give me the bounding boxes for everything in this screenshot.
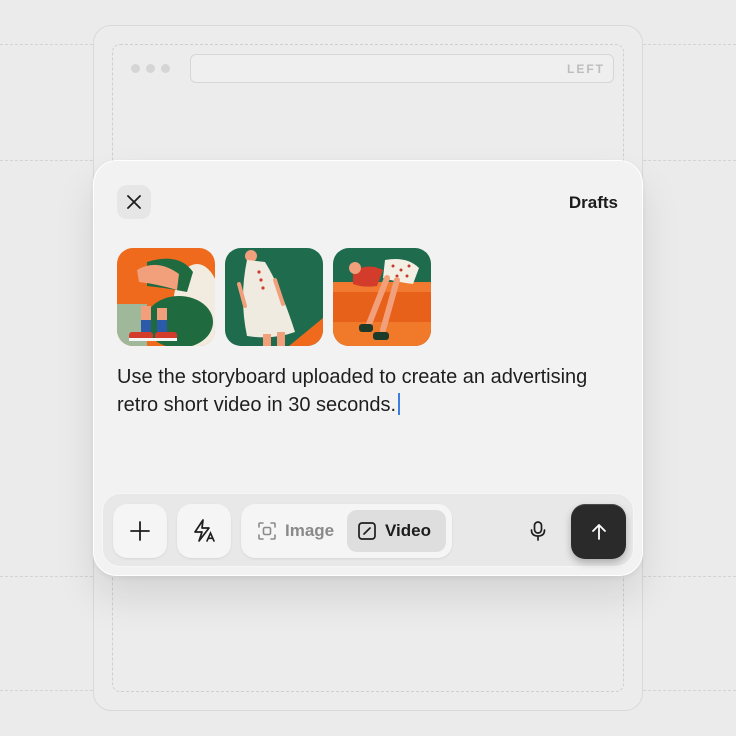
image-scan-icon bbox=[258, 522, 276, 540]
storyboard-frame-1 bbox=[117, 248, 215, 346]
drafts-link[interactable]: Drafts bbox=[569, 193, 618, 213]
mode-option-image[interactable]: Image bbox=[247, 510, 344, 552]
storyboard-frame-3 bbox=[333, 248, 431, 346]
voice-input-button[interactable] bbox=[521, 514, 555, 548]
address-bar-label: LEFT bbox=[567, 62, 605, 76]
microphone-icon bbox=[530, 521, 546, 541]
sparkle-text-icon bbox=[194, 519, 215, 542]
video-frame-icon bbox=[358, 522, 376, 540]
attachment-thumbnail[interactable] bbox=[225, 248, 323, 346]
attachment-list bbox=[117, 248, 431, 346]
window-dot bbox=[146, 64, 155, 73]
composer-toolbar: Image Video bbox=[102, 493, 634, 567]
window-dot bbox=[161, 64, 170, 73]
plus-icon bbox=[130, 521, 150, 541]
window-dot bbox=[131, 64, 140, 73]
style-button[interactable] bbox=[177, 504, 231, 558]
prompt-text: Use the storyboard uploaded to create an… bbox=[117, 366, 588, 416]
attachment-thumbnail[interactable] bbox=[117, 248, 215, 346]
mode-option-label: Video bbox=[385, 521, 431, 540]
mode-option-video[interactable]: Video bbox=[347, 510, 446, 552]
arrow-up-icon bbox=[591, 523, 606, 540]
send-button[interactable] bbox=[571, 504, 626, 559]
composer-card: Drafts Use the storyboard uploaded to cr… bbox=[93, 160, 643, 576]
close-icon bbox=[127, 195, 141, 209]
storyboard-frame-2 bbox=[225, 248, 323, 346]
attachment-thumbnail[interactable] bbox=[333, 248, 431, 346]
mode-option-label: Image bbox=[285, 521, 335, 540]
close-button[interactable] bbox=[117, 185, 151, 219]
mode-switcher: Image Video bbox=[241, 504, 452, 558]
add-attachment-button[interactable] bbox=[113, 504, 167, 558]
address-bar[interactable]: LEFT bbox=[190, 54, 614, 83]
text-cursor bbox=[398, 393, 401, 415]
prompt-input[interactable]: Use the storyboard uploaded to create an… bbox=[117, 363, 617, 419]
window-controls bbox=[131, 64, 170, 73]
